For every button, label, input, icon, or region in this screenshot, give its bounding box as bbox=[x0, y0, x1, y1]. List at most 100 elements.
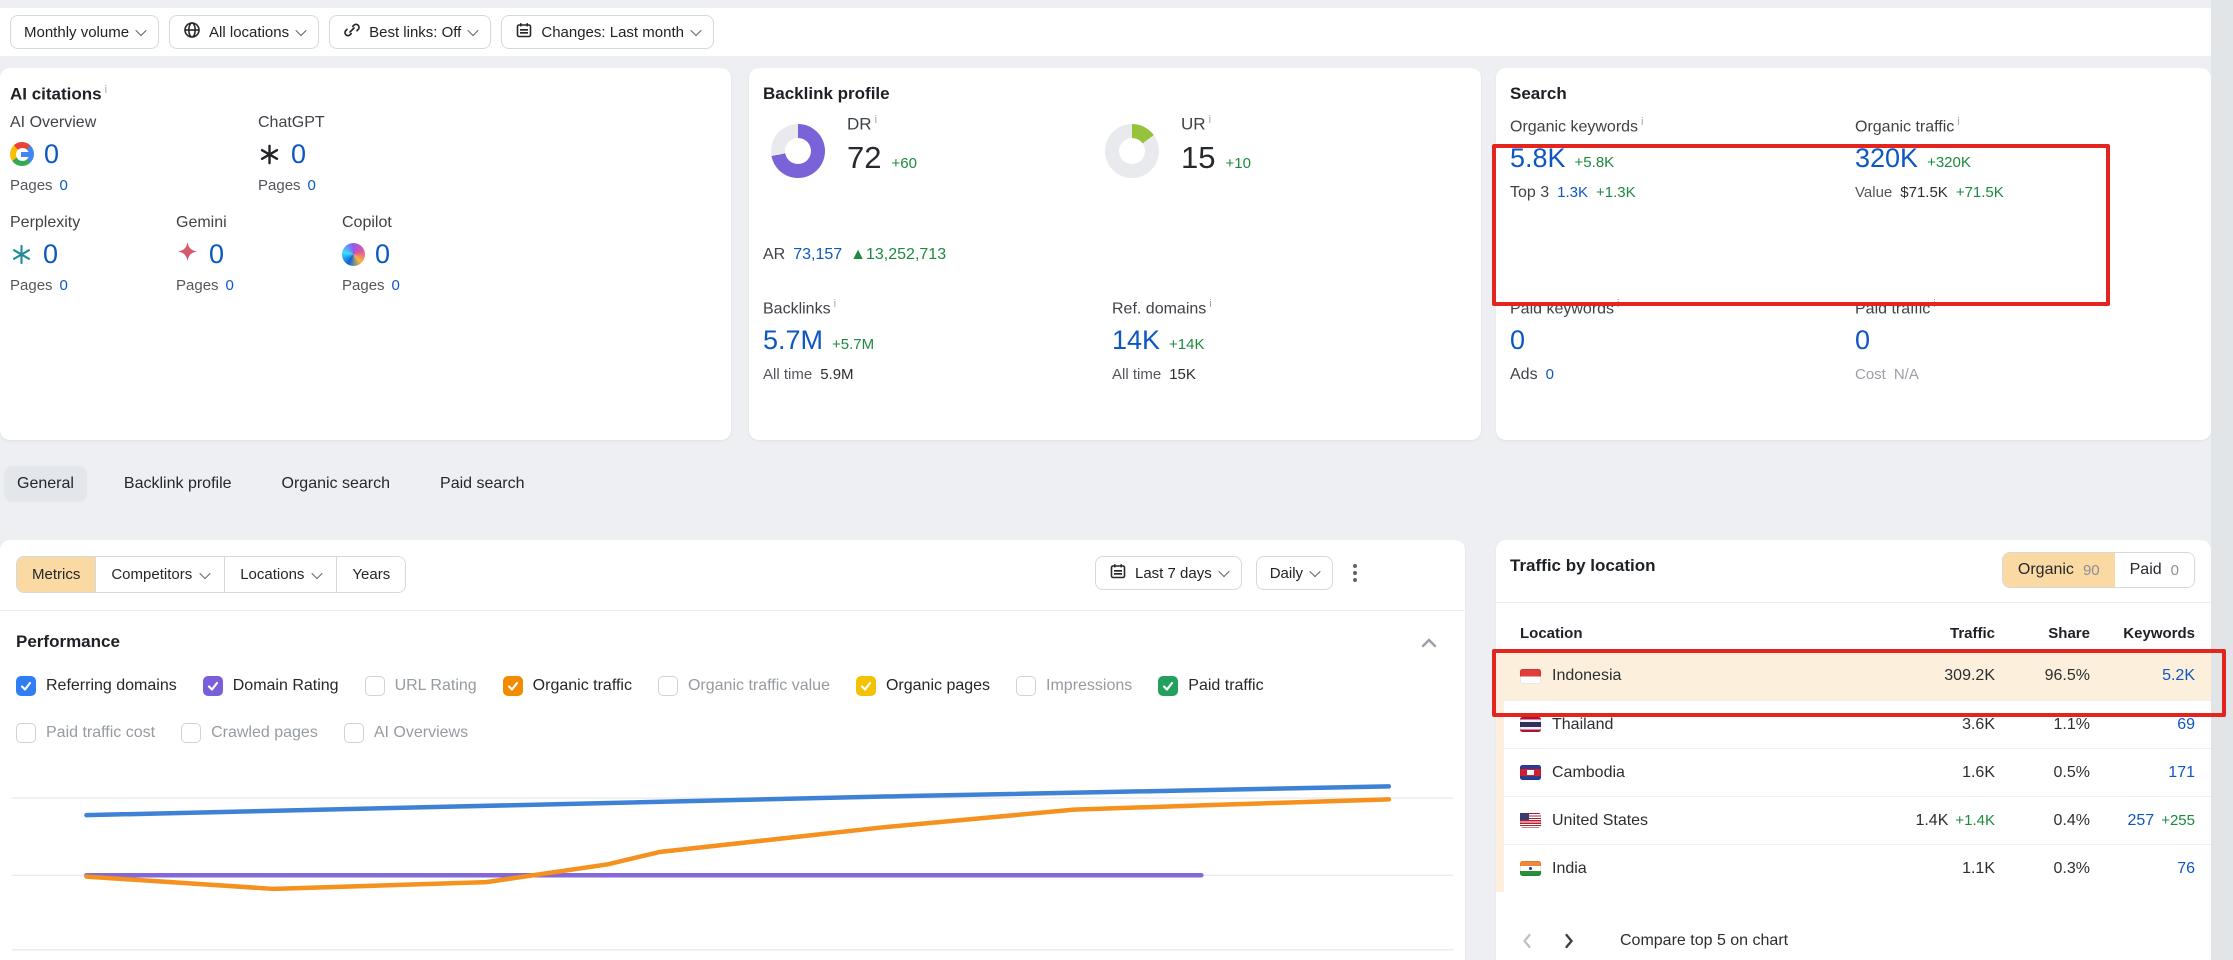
paid-traffic-value-link[interactable]: 0 bbox=[1855, 327, 1870, 354]
info-icon bbox=[834, 298, 836, 310]
keywords-link[interactable]: 5.2K bbox=[2162, 667, 2195, 685]
granularity-button[interactable]: Daily bbox=[1256, 556, 1333, 590]
unchecked-checkbox-icon[interactable] bbox=[181, 723, 201, 743]
traffic-value: 1.4K bbox=[1915, 812, 1948, 830]
traffic-value: 1.1K bbox=[1962, 860, 1995, 878]
organic-toggle-button[interactable]: Organic90 bbox=[2003, 553, 2115, 587]
unchecked-checkbox-icon[interactable] bbox=[344, 723, 364, 743]
checked-checkbox-icon[interactable] bbox=[1158, 676, 1178, 696]
pages-label: Pages bbox=[258, 177, 301, 194]
tab-backlink-profile[interactable]: Backlink profile bbox=[111, 466, 245, 502]
checked-checkbox-icon[interactable] bbox=[856, 676, 876, 696]
metric-checkbox-organic-pages[interactable]: Organic pages bbox=[856, 676, 990, 696]
ai-citations-count-link[interactable]: 0 bbox=[44, 141, 59, 168]
ar-value-link[interactable]: 73,157 bbox=[793, 246, 842, 264]
organic-keywords-stat: Organic keywords 5.8K+5.8K Top 31.3K+1.3… bbox=[1510, 116, 1644, 202]
pages-count-link[interactable]: 0 bbox=[60, 277, 68, 294]
value-label: Value bbox=[1855, 184, 1892, 201]
organic-count: 90 bbox=[2083, 562, 2100, 579]
metric-checkbox-impressions[interactable]: Impressions bbox=[1016, 676, 1132, 696]
metric-checkbox-paid-traffic[interactable]: Paid traffic bbox=[1158, 676, 1263, 696]
cost-label: Cost bbox=[1855, 366, 1886, 383]
monthly-volume-filter-button[interactable]: Monthly volume bbox=[10, 15, 159, 49]
metric-checkbox-url-rating[interactable]: URL Rating bbox=[365, 676, 477, 696]
ai-citations-count-link[interactable]: 0 bbox=[43, 241, 58, 268]
metric-checkbox-label: Organic pages bbox=[886, 677, 990, 695]
pages-count-link[interactable]: 0 bbox=[308, 177, 316, 194]
location-name: Cambodia bbox=[1552, 764, 1625, 782]
location-row-thailand[interactable]: Thailand 3.6K 1.1% 69 bbox=[1496, 700, 2211, 748]
chevron-down-icon bbox=[468, 25, 479, 36]
keywords-link[interactable]: 76 bbox=[2177, 860, 2195, 878]
top3-value-link[interactable]: 1.3K bbox=[1557, 184, 1588, 201]
competitors-segment[interactable]: Competitors bbox=[95, 557, 224, 592]
domain-rating-gauge bbox=[771, 124, 825, 178]
info-icon bbox=[1209, 114, 1211, 126]
ai-citations-count-link[interactable]: 0 bbox=[209, 241, 224, 268]
unchecked-checkbox-icon[interactable] bbox=[658, 676, 678, 696]
checked-checkbox-icon[interactable] bbox=[503, 676, 523, 696]
url-rating-gauge bbox=[1105, 124, 1159, 178]
unchecked-checkbox-icon[interactable] bbox=[365, 676, 385, 696]
previous-page-chevron-icon[interactable] bbox=[1520, 932, 1534, 950]
location-row-indonesia[interactable]: Indonesia 309.2K 96.5% 5.2K bbox=[1496, 652, 2211, 700]
tab-organic-search[interactable]: Organic search bbox=[269, 466, 404, 502]
more-options-kebab-icon[interactable] bbox=[1347, 558, 1363, 588]
backlinks-value-link[interactable]: 5.7M bbox=[763, 327, 823, 354]
ads-value-link[interactable]: 0 bbox=[1546, 366, 1554, 383]
checked-checkbox-icon[interactable] bbox=[16, 676, 36, 696]
best-links-filter-button[interactable]: Best links: Off bbox=[329, 15, 491, 49]
organic-keywords-value-link[interactable]: 5.8K bbox=[1510, 145, 1566, 172]
locations-segment[interactable]: Locations bbox=[224, 557, 336, 592]
changes-filter-button[interactable]: Changes: Last month bbox=[501, 15, 714, 49]
unchecked-checkbox-icon[interactable] bbox=[1016, 676, 1036, 696]
keywords-link[interactable]: 69 bbox=[2177, 716, 2195, 734]
paid-keywords-value-link[interactable]: 0 bbox=[1510, 327, 1525, 354]
ref-domains-value-link[interactable]: 14K bbox=[1112, 327, 1160, 354]
checked-checkbox-icon[interactable] bbox=[203, 676, 223, 696]
metric-checkbox-ai-overviews[interactable]: AI Overviews bbox=[344, 723, 468, 743]
backlinks-stat: Backlinks 5.7M+5.7M All time5.9M bbox=[763, 298, 874, 383]
location-row-cambodia[interactable]: Cambodia 1.6K 0.5% 171 bbox=[1496, 748, 2211, 796]
unchecked-checkbox-icon[interactable] bbox=[16, 723, 36, 743]
locations-filter-button[interactable]: All locations bbox=[169, 15, 319, 49]
ai-citations-count-link[interactable]: 0 bbox=[375, 241, 390, 268]
location-row-united-states[interactable]: United States 1.4K+1.4K 0.4% 257+255 bbox=[1496, 796, 2211, 844]
paid-keywords-stat: Paid keywords 0 Ads0 bbox=[1510, 298, 1620, 384]
organic-traffic-value-link[interactable]: 320K bbox=[1855, 145, 1918, 172]
tab-general[interactable]: General bbox=[4, 466, 87, 502]
pages-count-link[interactable]: 0 bbox=[60, 177, 68, 194]
metric-checkbox-domain-rating[interactable]: Domain Rating bbox=[203, 676, 339, 696]
ai-citations-count-link[interactable]: 0 bbox=[291, 141, 306, 168]
metric-checkbox-organic-traffic-value[interactable]: Organic traffic value bbox=[658, 676, 830, 696]
collapse-chevron-up-icon[interactable] bbox=[1420, 636, 1438, 654]
pages-count-link[interactable]: 0 bbox=[392, 277, 400, 294]
keywords-change: +255 bbox=[2161, 812, 2195, 829]
keywords-link[interactable]: 257 bbox=[2128, 812, 2155, 830]
page-scrollbar[interactable] bbox=[2211, 0, 2233, 960]
metric-checkbox-referring-domains[interactable]: Referring domains bbox=[16, 676, 177, 696]
compare-top5-button[interactable]: Compare top 5 on chart bbox=[1620, 932, 1788, 950]
location-row-india[interactable]: India 1.1K 0.3% 76 bbox=[1496, 844, 2211, 892]
metric-checkbox-label: Impressions bbox=[1046, 677, 1132, 695]
tab-paid-search[interactable]: Paid search bbox=[427, 466, 538, 502]
info-icon bbox=[1957, 116, 1959, 128]
paid-traffic-stat: Paid traffic 0 CostN/A bbox=[1855, 298, 1936, 383]
column-location: Location bbox=[1520, 625, 1865, 642]
locations-filter-label: All locations bbox=[209, 24, 289, 41]
traffic-by-location-title: Traffic by location bbox=[1510, 556, 1655, 576]
traffic-value: 3.6K bbox=[1962, 716, 1995, 734]
metric-checkbox-paid-traffic-cost[interactable]: Paid traffic cost bbox=[16, 723, 155, 743]
next-page-chevron-icon[interactable] bbox=[1562, 932, 1576, 950]
metric-checkbox-organic-traffic[interactable]: Organic traffic bbox=[503, 676, 632, 696]
years-segment[interactable]: Years bbox=[336, 557, 405, 592]
gemini-stat: Gemini 0 Pages0 bbox=[176, 214, 234, 294]
date-range-button[interactable]: Last 7 days bbox=[1095, 556, 1242, 590]
keywords-link[interactable]: 171 bbox=[2168, 764, 2195, 782]
metrics-segment[interactable]: Metrics bbox=[17, 557, 95, 592]
paid-toggle-button[interactable]: Paid0 bbox=[2115, 553, 2194, 587]
share-value: 0.3% bbox=[1995, 860, 2090, 878]
pages-count-link[interactable]: 0 bbox=[226, 277, 234, 294]
united-states-flag-icon bbox=[1520, 813, 1541, 828]
metric-checkbox-crawled-pages[interactable]: Crawled pages bbox=[181, 723, 318, 743]
